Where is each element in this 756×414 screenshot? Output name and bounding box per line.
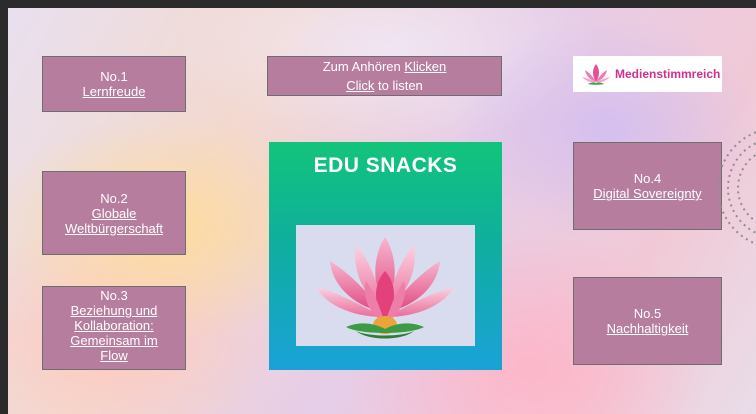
presentation-slide: No.1 Lernfreude No.2 Globale Weltbürgers…: [8, 8, 756, 414]
listen-link-de[interactable]: Klicken: [404, 59, 446, 74]
listen-link-en[interactable]: Click: [346, 78, 374, 93]
listen-line-de: Zum Anhören Klicken: [322, 59, 447, 74]
item-link-weltbuergerschaft[interactable]: Globale Weltbürgerschaft: [55, 206, 173, 236]
item-number-1: No.1: [100, 69, 128, 84]
item-link-digital-sovereignty[interactable]: Digital Sovereignty: [593, 186, 701, 201]
item-number-3: No.3: [100, 288, 128, 303]
item-link-kollaboration[interactable]: Beziehung und Kollaboration: Gemeinsam i…: [59, 303, 169, 363]
edu-snacks-title: EDU SNACKS: [313, 154, 458, 177]
listen-line-en: Click to listen: [346, 78, 423, 93]
dotted-circle-icon: [717, 131, 756, 245]
lotus-logo-icon: [582, 64, 610, 85]
item-number-4: No.4: [633, 171, 662, 186]
listen-box[interactable]: Zum Anhören Klicken Click to listen: [267, 56, 502, 96]
lotus-flower-icon: [316, 237, 454, 339]
lotus-image-frame: [296, 225, 475, 346]
item-link-nachhaltigkeit[interactable]: Nachhaltigkeit: [607, 321, 689, 336]
edu-snacks-card[interactable]: EDU SNACKS: [269, 142, 502, 370]
item-box-4[interactable]: No.4 Digital Sovereignty: [573, 142, 722, 230]
logo-text: Medienstimmreich: [615, 67, 721, 81]
item-number-5: No.5: [633, 306, 662, 321]
medienstimmreich-logo[interactable]: Medienstimmreich: [573, 56, 722, 92]
item-box-3[interactable]: No.3 Beziehung und Kollaboration: Gemein…: [42, 286, 186, 370]
item-number-2: No.2: [100, 190, 128, 206]
item-link-lernfreude[interactable]: Lernfreude: [83, 84, 146, 99]
item-box-5[interactable]: No.5 Nachhaltigkeit: [573, 277, 722, 365]
item-box-2[interactable]: No.2 Globale Weltbürgerschaft: [42, 171, 186, 255]
item-box-1[interactable]: No.1 Lernfreude: [42, 56, 186, 112]
